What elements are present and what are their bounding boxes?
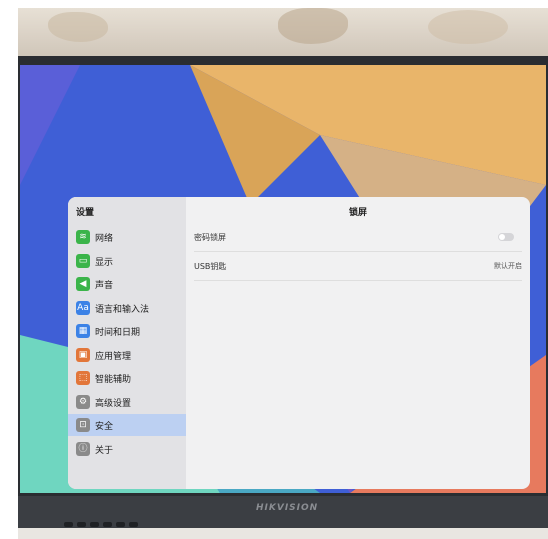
sidebar-item[interactable]: ▭ 显示	[68, 250, 186, 272]
wall-stain	[48, 12, 108, 42]
usb-key-label: USB钥匙	[194, 262, 227, 271]
brand-logo: HIKVISION	[256, 503, 319, 513]
floor-area	[18, 528, 548, 539]
settings-content: 锁屏 密码锁屏 USB钥匙 默认开启	[186, 197, 530, 489]
sidebar-item[interactable]: ≋ 网络	[68, 226, 186, 248]
sidebar-item[interactable]: ▦ 时间和日期	[68, 320, 186, 342]
sidebar-item[interactable]: ⊡ 安全	[68, 414, 186, 436]
sidebar-item-label: 智能辅助	[95, 375, 132, 385]
sidebar-item[interactable]: Aa 语言和输入法	[68, 297, 186, 319]
speaker-icon: ◀	[76, 277, 90, 291]
sidebar-item-label: 应用管理	[95, 351, 132, 362]
sidebar-item-label: 关于	[95, 445, 114, 456]
usb-key-value: 默认开启	[494, 262, 522, 270]
settings-sidebar: 设置 ≋ 网络 ▭ 显示 ◀ 声音 Aa 语言和输入法 ▦ 时间和日期 ▣ 应用管理 ⬚ 智能辅助 ⚙ 高级设…	[68, 197, 186, 489]
sidebar-item-label: 显示	[95, 257, 114, 268]
assist-icon: ⬚	[76, 371, 90, 385]
wall-background	[18, 8, 548, 58]
sidebar-item-label: 高级设置	[95, 398, 132, 409]
language-icon: Aa	[76, 300, 90, 315]
screen: 设置 ≋ 网络 ▭ 显示 ◀ 声音 Aa 语言和输入法 ▦ 时间和日期 ▣ 应用管理 ⬚ 智能辅助 ⚙ 高级设…	[20, 65, 546, 493]
sidebar-title: 设置	[76, 208, 95, 218]
sidebar-item[interactable]: ▣ 应用管理	[68, 344, 186, 366]
sidebar-item[interactable]: ⬚ 智能辅助	[68, 367, 186, 389]
usb-key-row[interactable]: USB钥匙 默认开启	[194, 252, 522, 281]
sidebar-item[interactable]: ⓘ 关于	[68, 438, 186, 460]
display-icon: ▭	[76, 253, 90, 268]
front-ports	[64, 512, 154, 527]
wifi-icon: ≋	[76, 230, 90, 244]
settings-window: 设置 ≋ 网络 ▭ 显示 ◀ 声音 Aa 语言和输入法 ▦ 时间和日期 ▣ 应用管理 ⬚ 智能辅助 ⚙ 高级设…	[68, 197, 530, 489]
sidebar-item-label: 安全	[95, 422, 114, 432]
password-lock-label: 密码锁屏	[194, 233, 226, 242]
sidebar-item-label: 声音	[95, 281, 114, 291]
sidebar-item[interactable]: ◀ 声音	[68, 273, 186, 295]
password-lock-row[interactable]: 密码锁屏	[194, 223, 522, 252]
apps-icon: ▣	[76, 347, 90, 362]
calendar-icon: ▦	[76, 324, 90, 338]
page-title: 锁屏	[348, 208, 367, 218]
sidebar-item-label: 时间和日期	[95, 328, 141, 338]
info-icon: ⓘ	[76, 441, 90, 456]
sidebar-item[interactable]: ⚙ 高级设置	[68, 391, 186, 413]
wall-stain	[428, 10, 508, 44]
wall-stain	[278, 8, 348, 44]
password-lock-toggle[interactable]	[498, 233, 514, 241]
photo-frame: 设置 ≋ 网络 ▭ 显示 ◀ 声音 Aa 语言和输入法 ▦ 时间和日期 ▣ 应用管理 ⬚ 智能辅助 ⚙ 高级设…	[18, 8, 548, 539]
gear-icon: ⚙	[76, 394, 90, 409]
lock-icon: ⊡	[76, 418, 90, 432]
sidebar-item-label: 网络	[95, 234, 114, 244]
sidebar-item-label: 语言和输入法	[95, 304, 150, 315]
